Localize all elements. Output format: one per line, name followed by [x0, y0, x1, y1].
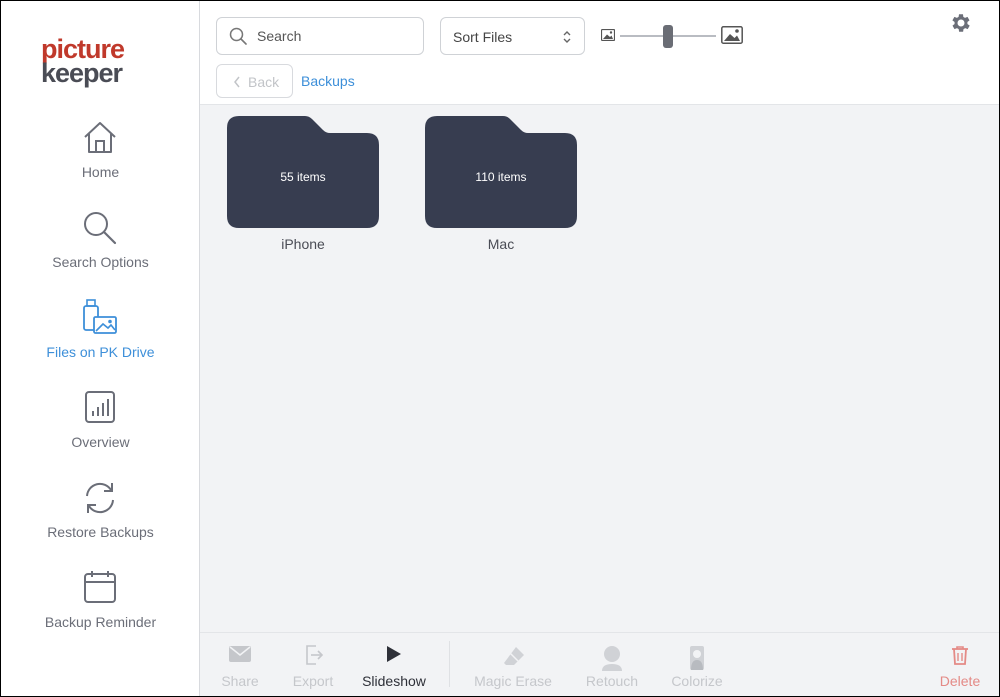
folder-item-iphone[interactable]: 55 items iPhone: [227, 114, 387, 254]
sort-files-label: Sort Files: [453, 29, 513, 45]
slideshow-button[interactable]: Slideshow: [356, 633, 432, 696]
retouch-button[interactable]: Retouch: [576, 633, 648, 696]
sidebar-item-label: Home: [81, 164, 120, 180]
bar-chart-icon: [85, 391, 115, 423]
sidebar-item-home[interactable]: Home: [1, 119, 200, 199]
colorize-label: Colorize: [671, 673, 723, 689]
person-icon: [602, 646, 622, 671]
chevron-up-down-icon: [563, 31, 571, 43]
chevron-left-icon: [234, 76, 240, 88]
logo-line2: keeper: [41, 58, 123, 88]
magnifier-icon: [84, 212, 117, 245]
share-button[interactable]: Share: [212, 633, 268, 696]
eraser-icon: [504, 647, 524, 665]
home-icon: [84, 122, 116, 153]
thumbnail-size-slider[interactable]: [600, 23, 750, 49]
slider-thumb[interactable]: [663, 25, 673, 48]
search-icon: [229, 27, 247, 45]
colorize-button[interactable]: Colorize: [662, 633, 732, 696]
sidebar-item-label: Backup Reminder: [44, 614, 157, 630]
sidebar-item-search-options[interactable]: Search Options: [1, 209, 200, 289]
export-button[interactable]: Export: [284, 633, 342, 696]
search-input[interactable]: [257, 26, 417, 46]
sidebar-item-backup-reminder[interactable]: Backup Reminder: [1, 569, 200, 649]
usb-drive-icon: [83, 299, 117, 334]
folder-name: Mac: [487, 236, 515, 252]
back-button[interactable]: Back: [216, 64, 293, 98]
breadcrumb[interactable]: Backups: [301, 73, 355, 89]
magic-erase-label: Magic Erase: [474, 673, 552, 689]
delete-button[interactable]: Delete: [932, 633, 988, 696]
delete-label: Delete: [939, 673, 981, 689]
sidebar-item-files-on-pk-drive[interactable]: Files on PK Drive: [1, 299, 200, 379]
folder-item-mac[interactable]: 110 items Mac: [425, 114, 585, 254]
folder-grid: 55 items iPhone 110 items Mac: [200, 106, 999, 632]
share-label: Share: [221, 673, 259, 689]
colorize-icon: [690, 646, 704, 670]
gear-icon[interactable]: [949, 11, 973, 35]
sidebar-item-overview[interactable]: Overview: [1, 389, 200, 469]
play-icon: [387, 646, 401, 662]
sidebar-item-restore-backups[interactable]: Restore Backups: [1, 479, 200, 559]
back-label: Back: [248, 74, 280, 90]
folder-item-count: 110 items: [475, 170, 527, 184]
envelope-icon: [229, 646, 251, 662]
sort-files-select[interactable]: Sort Files: [440, 17, 585, 55]
folder-name: iPhone: [281, 236, 325, 252]
calendar-icon: [84, 571, 116, 603]
magic-erase-button[interactable]: Magic Erase: [468, 633, 558, 696]
slideshow-label: Slideshow: [362, 673, 426, 689]
picture-keeper-logo: picture keeper: [41, 36, 161, 93]
sidebar: picture keeper Home Search Options Files…: [1, 1, 200, 696]
trash-icon: [952, 646, 968, 665]
search-field[interactable]: [216, 17, 424, 55]
export-icon: [306, 645, 324, 665]
sidebar-item-label: Search Options: [52, 254, 149, 270]
large-image-icon: [721, 26, 743, 44]
toolbar-divider: [449, 641, 450, 687]
small-image-icon: [601, 29, 615, 41]
sidebar-item-label: Restore Backups: [47, 524, 154, 540]
sidebar-item-label: Files on PK Drive: [46, 344, 155, 360]
app-window: picture keeper Home Search Options Files…: [1, 1, 999, 696]
retouch-label: Retouch: [585, 673, 639, 689]
bottom-toolbar: Share Export Slideshow Magic Erase Retou…: [200, 632, 999, 696]
sidebar-item-label: Overview: [71, 434, 130, 450]
refresh-icon: [86, 482, 114, 514]
export-label: Export: [292, 673, 334, 689]
top-bar: Sort Files: [200, 1, 999, 105]
folder-item-count: 55 items: [280, 170, 326, 184]
